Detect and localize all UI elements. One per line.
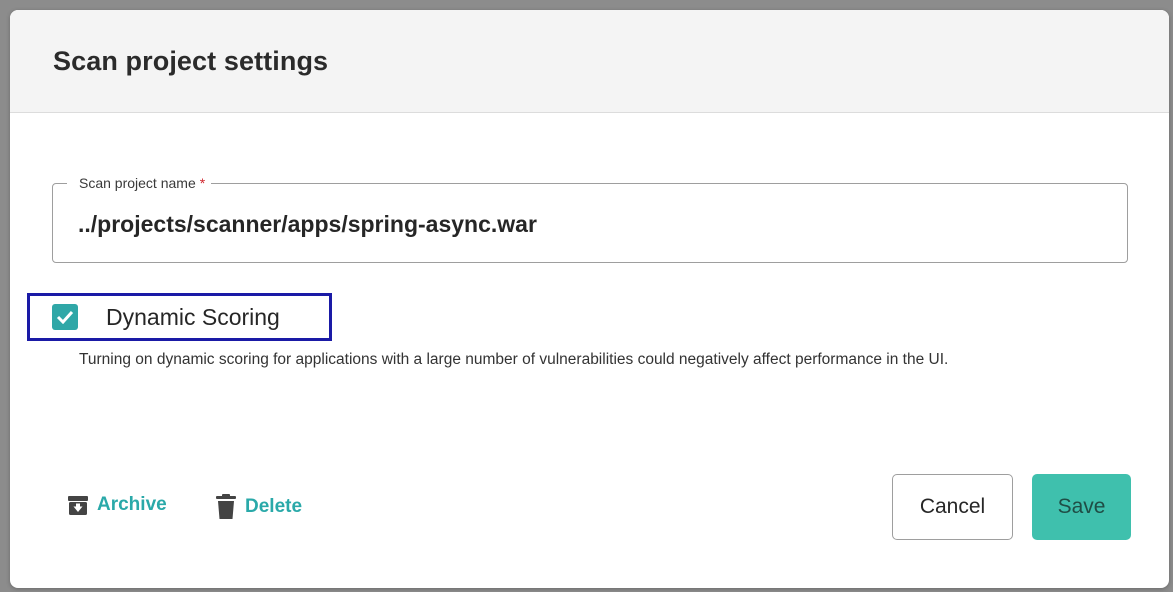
archive-box-icon xyxy=(67,494,89,516)
dynamic-scoring-checkbox-row[interactable]: Dynamic Scoring xyxy=(27,293,332,341)
scan-project-name-field[interactable]: Scan project name * ../projects/scanner/a… xyxy=(52,174,1128,263)
field-label-text: Scan project name xyxy=(79,175,196,191)
field-label: Scan project name * xyxy=(67,174,212,192)
dialog-header: Scan project settings xyxy=(10,10,1169,113)
scan-project-settings-dialog: Scan project settings Scan project name *… xyxy=(10,10,1169,588)
dialog-title: Scan project settings xyxy=(53,45,329,76)
dynamic-scoring-help-text: Turning on dynamic scoring for applicati… xyxy=(79,351,949,368)
scan-project-name-input[interactable]: ../projects/scanner/apps/spring-async.wa… xyxy=(78,211,537,238)
cancel-button[interactable]: Cancel xyxy=(892,474,1013,540)
archive-label[interactable]: Archive xyxy=(97,494,167,516)
required-marker: * xyxy=(199,175,206,191)
checkmark-icon xyxy=(56,310,74,324)
archive-button[interactable]: Archive xyxy=(67,494,167,516)
delete-button[interactable]: Delete xyxy=(215,494,302,520)
save-button[interactable]: Save xyxy=(1032,474,1131,540)
trash-icon xyxy=(215,494,237,520)
dynamic-scoring-label[interactable]: Dynamic Scoring xyxy=(106,304,280,331)
delete-label[interactable]: Delete xyxy=(245,496,302,518)
dynamic-scoring-checkbox[interactable] xyxy=(52,304,78,330)
